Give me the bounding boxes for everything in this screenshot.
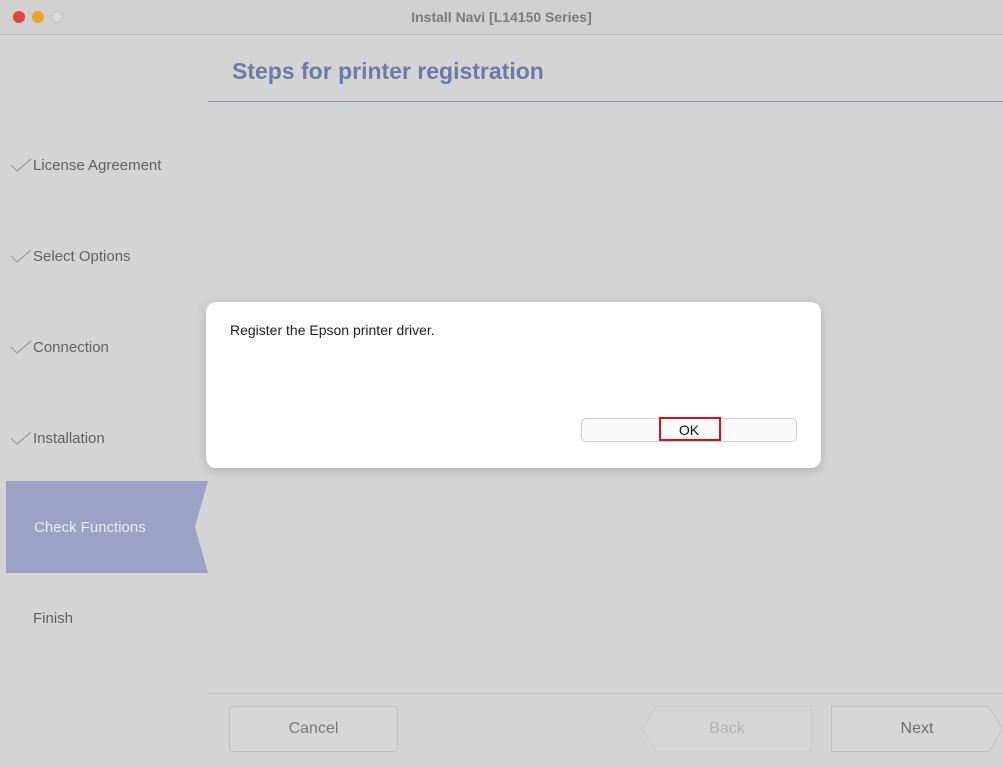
- title-bar: Install Navi [L14150 Series]: [0, 0, 1003, 35]
- window-title: Install Navi [L14150 Series]: [411, 9, 592, 25]
- register-driver-dialog: Register the Epson printer driver. OK: [206, 302, 821, 468]
- sidebar-step-license-agreement: License Agreement: [0, 119, 208, 211]
- sidebar-step-label: License Agreement: [33, 156, 162, 174]
- dialog-message: Register the Epson printer driver.: [230, 322, 435, 338]
- heading-divider: [208, 101, 1003, 102]
- sidebar-step-check-functions: Check Functions: [6, 481, 208, 573]
- ok-button-label: OK: [678, 422, 700, 438]
- sidebar-step-finish: Finish: [0, 572, 208, 664]
- footer-divider: [208, 693, 1003, 694]
- sidebar-step-label: Connection: [33, 338, 109, 356]
- sidebar-step-connection: Connection: [0, 301, 208, 393]
- page-title: Steps for printer registration: [232, 58, 544, 84]
- checkmark-icon: [10, 119, 32, 211]
- checkmark-icon: [10, 210, 32, 302]
- installer-window: Install Navi [L14150 Series] Steps for p…: [0, 0, 1003, 767]
- next-button[interactable]: Next: [831, 706, 1003, 752]
- cancel-button[interactable]: Cancel: [229, 706, 398, 752]
- ok-button[interactable]: OK: [581, 417, 797, 442]
- cancel-button-label: Cancel: [288, 720, 339, 737]
- back-button-label: Back: [709, 720, 745, 737]
- sidebar-step-label: Select Options: [33, 247, 131, 265]
- sidebar-step-label: Finish: [33, 609, 74, 627]
- sidebar-step-label: Installation: [33, 429, 105, 447]
- sidebar-step-installation: Installation: [0, 392, 208, 484]
- sidebar-step-select-options: Select Options: [0, 210, 208, 302]
- next-button-label: Next: [900, 720, 934, 737]
- checkmark-icon: [10, 392, 32, 484]
- back-button[interactable]: Back: [642, 706, 812, 752]
- checkmark-icon: [10, 301, 32, 393]
- sidebar-step-label: Check Functions: [34, 518, 146, 536]
